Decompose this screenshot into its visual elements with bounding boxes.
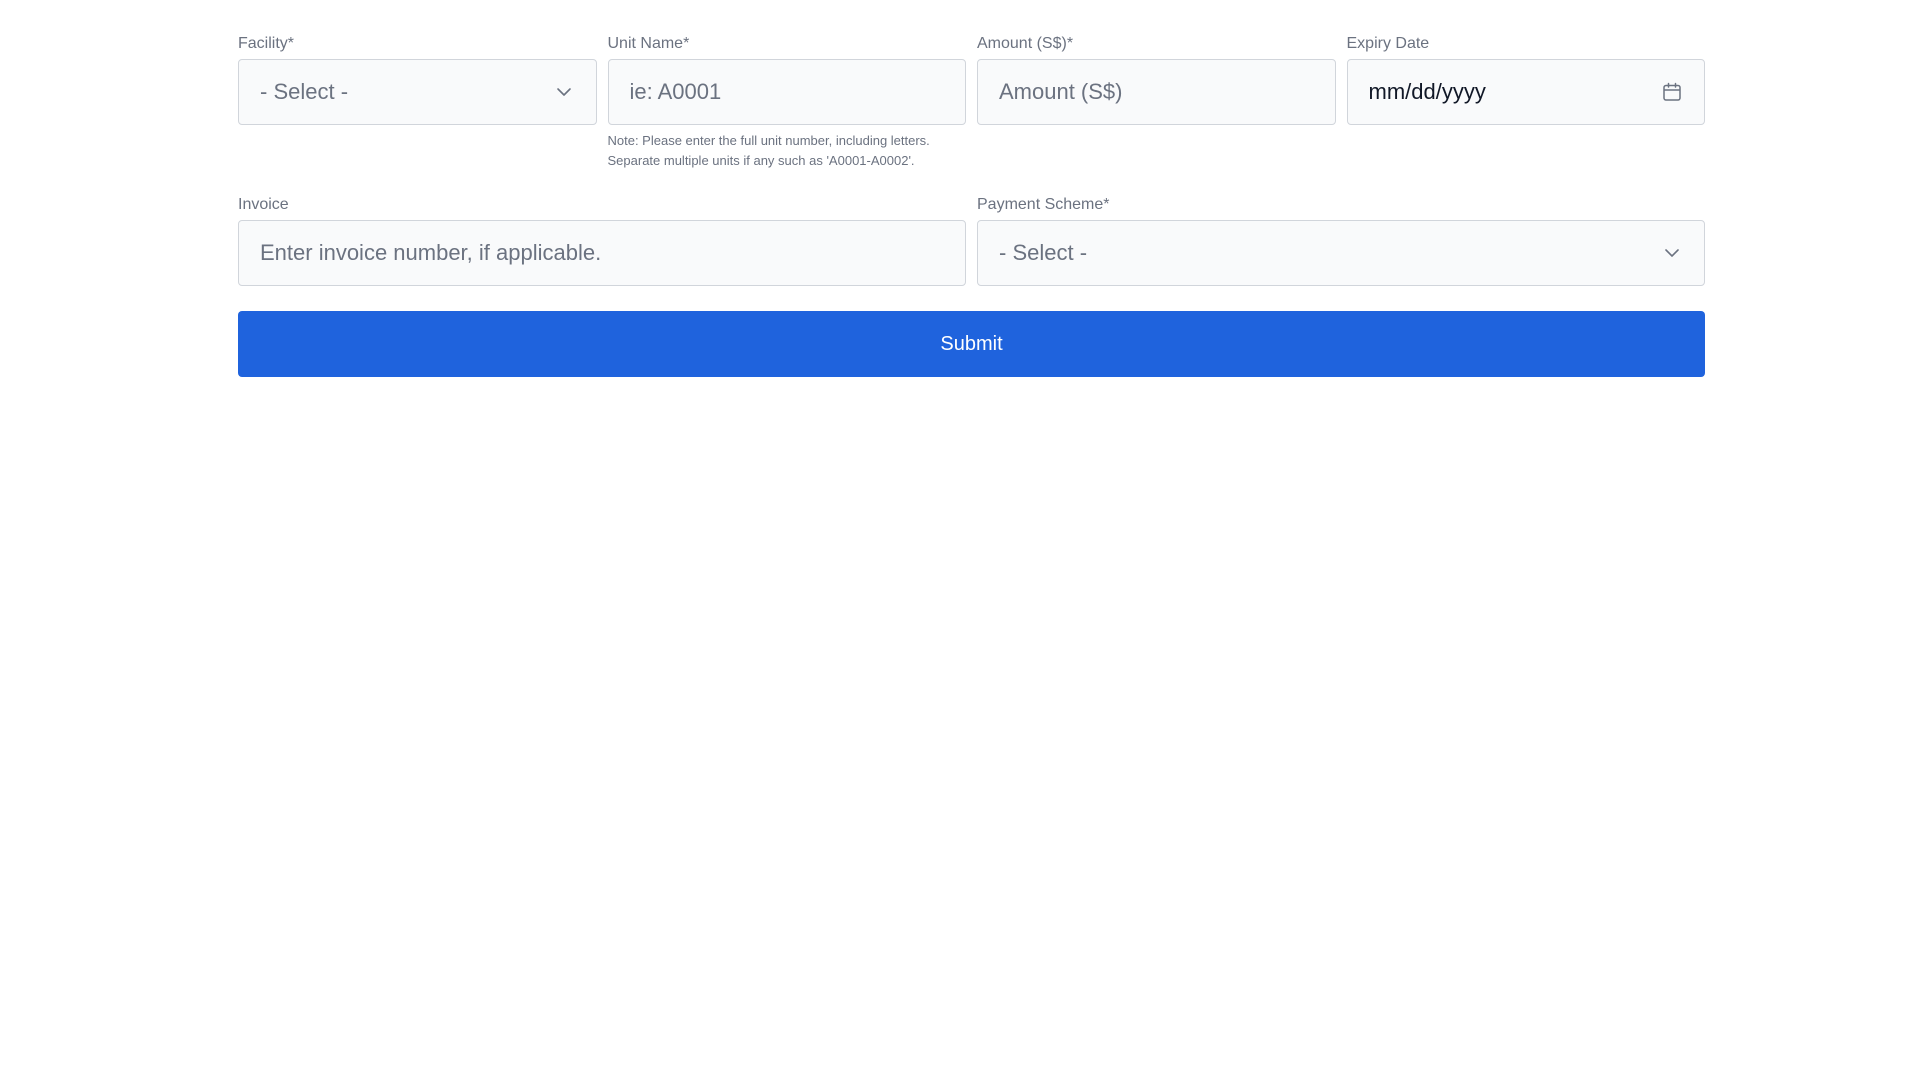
chevron-down-icon <box>1661 242 1683 264</box>
unit-name-field: Unit Name* Note: Please enter the full u… <box>607 30 967 171</box>
expiry-date-field: Expiry Date mm/dd/yyyy <box>1346 30 1705 171</box>
payment-scheme-field: Payment Scheme* - Select - <box>977 191 1705 286</box>
amount-input[interactable] <box>999 79 1314 105</box>
unit-name-label: Unit Name* <box>607 35 690 52</box>
form-row-1: Facility* - Select - Unit Name* Note: Pl… <box>238 30 1705 171</box>
payment-scheme-select-value: - Select - <box>999 240 1088 265</box>
invoice-input-box <box>238 220 966 286</box>
facility-select[interactable]: - Select - <box>238 59 597 125</box>
facility-label: Facility* <box>238 35 295 52</box>
expiry-date-input[interactable]: mm/dd/yyyy <box>1346 59 1705 125</box>
unit-name-note-line-1: Note: Please enter the full unit number,… <box>607 133 930 148</box>
amount-field: Amount (S$)* <box>977 30 1336 171</box>
submit-button[interactable]: Submit <box>238 311 1705 377</box>
payment-form: Facility* - Select - Unit Name* Note: Pl… <box>238 30 1705 377</box>
facility-field: Facility* - Select - <box>238 30 597 171</box>
unit-name-input-box <box>607 59 966 125</box>
payment-scheme-select[interactable]: - Select - <box>977 220 1705 286</box>
chevron-down-icon <box>553 81 575 103</box>
invoice-input[interactable] <box>260 240 944 266</box>
amount-label: Amount (S$)* <box>977 35 1074 52</box>
unit-name-note-line-2: Separate multiple units if any such as '… <box>607 153 915 168</box>
invoice-field: Invoice <box>238 191 966 286</box>
unit-name-input[interactable] <box>629 79 944 105</box>
payment-scheme-label: Payment Scheme* <box>977 196 1110 213</box>
calendar-icon[interactable] <box>1661 81 1683 103</box>
expiry-date-label: Expiry Date <box>1346 35 1430 52</box>
invoice-label: Invoice <box>238 196 289 213</box>
expiry-date-value: mm/dd/yyyy <box>1368 79 1486 104</box>
unit-name-note: Note: Please enter the full unit number,… <box>608 131 967 171</box>
facility-select-value: - Select - <box>260 79 349 104</box>
form-row-2: Invoice Payment Scheme* - Select - <box>238 191 1705 286</box>
amount-input-box <box>977 59 1336 125</box>
